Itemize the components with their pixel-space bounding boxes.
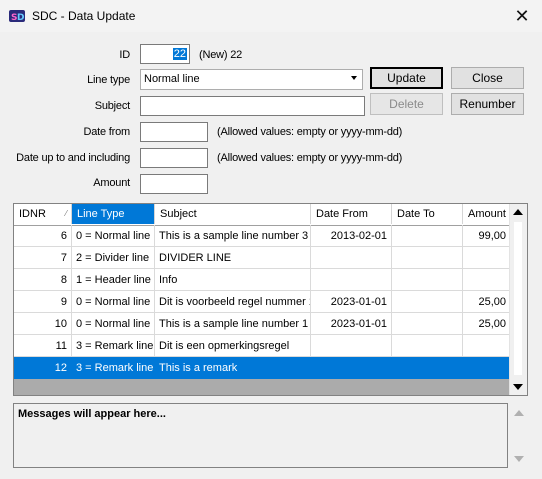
cell-subject: Dit is een opmerkingsregel bbox=[155, 335, 311, 357]
cell-subject: This is a sample line number 1 bbox=[155, 313, 311, 335]
title-bar: S D SDC - Data Update ✕ bbox=[0, 0, 542, 32]
messages-scroll-up-icon[interactable] bbox=[514, 410, 524, 416]
cell-date-from bbox=[311, 247, 392, 269]
cell-line-type: 0 = Normal line bbox=[72, 291, 155, 313]
column-header-idnr[interactable]: IDNR ⁄ bbox=[14, 204, 72, 224]
cell-date-from bbox=[311, 335, 392, 357]
subject-field[interactable] bbox=[140, 96, 365, 116]
cell-date-to bbox=[392, 313, 463, 335]
messages-box[interactable]: Messages will appear here... bbox=[13, 403, 508, 468]
cell-date-to bbox=[392, 225, 463, 247]
date-from-note: (Allowed values: empty or yyyy-mm-dd) bbox=[217, 126, 403, 138]
cell-date-to bbox=[392, 357, 463, 379]
cell-amount bbox=[463, 247, 511, 269]
close-button[interactable]: Close bbox=[451, 67, 524, 89]
sort-icon: ⁄ bbox=[65, 209, 67, 218]
date-from-label: Date from bbox=[83, 126, 131, 138]
cell-date-to bbox=[392, 335, 463, 357]
line-type-value: Normal line bbox=[144, 73, 200, 85]
amount-field[interactable] bbox=[140, 174, 208, 194]
grid-vertical-scrollbar[interactable] bbox=[509, 204, 527, 395]
cell-date-from: 2013-02-01 bbox=[311, 225, 392, 247]
date-to-note: (Allowed values: empty or yyyy-mm-dd) bbox=[217, 152, 403, 164]
svg-text:D: D bbox=[17, 13, 24, 23]
cell-date-to bbox=[392, 269, 463, 291]
window-title: SDC - Data Update bbox=[32, 9, 136, 23]
cell-amount bbox=[463, 269, 511, 291]
amount-label: Amount bbox=[93, 177, 130, 189]
cell-subject: This is a sample line number 3 bbox=[155, 225, 311, 247]
cell-line-type: 0 = Normal line bbox=[72, 225, 155, 247]
cell-amount: 99,00 bbox=[463, 225, 511, 247]
cell-line-type: 3 = Remark line bbox=[72, 357, 155, 379]
date-to-label: Date up to and including bbox=[16, 152, 130, 164]
id-value: 22 bbox=[172, 48, 187, 60]
table-row[interactable]: 11 3 = Remark line Dit is een opmerkings… bbox=[14, 335, 511, 357]
column-header-line-type[interactable]: Line Type bbox=[72, 204, 155, 224]
id-label: ID bbox=[119, 49, 130, 61]
cell-idnr: 12 bbox=[14, 357, 72, 379]
data-grid[interactable]: IDNR ⁄ Line Type Subject Date From Date … bbox=[13, 203, 528, 396]
date-to-field[interactable] bbox=[140, 148, 208, 168]
cell-idnr: 10 bbox=[14, 313, 72, 335]
cell-subject: Dit is voorbeeld regel nummer 1 bbox=[155, 291, 311, 313]
line-type-label: Line type bbox=[87, 74, 130, 86]
line-type-select[interactable]: Normal line bbox=[140, 69, 363, 90]
cell-idnr: 7 bbox=[14, 247, 72, 269]
table-row[interactable]: 8 1 = Header line Info bbox=[14, 269, 511, 291]
table-row-selected[interactable]: 12 3 = Remark line This is a remark bbox=[14, 357, 511, 379]
id-note: (New) 22 bbox=[199, 49, 243, 61]
column-header-date-to[interactable]: Date To bbox=[392, 204, 463, 224]
cell-amount bbox=[463, 357, 511, 379]
grid-empty-area bbox=[14, 379, 511, 395]
date-from-field[interactable] bbox=[140, 122, 208, 142]
update-button[interactable]: Update bbox=[370, 67, 443, 89]
renumber-button[interactable]: Renumber bbox=[451, 93, 524, 115]
cell-date-from: 2023-01-01 bbox=[311, 313, 392, 335]
cell-amount: 25,00 bbox=[463, 313, 511, 335]
cell-idnr: 6 bbox=[14, 225, 72, 247]
delete-button[interactable]: Delete bbox=[370, 93, 443, 115]
messages-text: Messages will appear here... bbox=[18, 408, 166, 420]
cell-date-from: 2023-01-01 bbox=[311, 291, 392, 313]
close-icon[interactable]: ✕ bbox=[510, 4, 534, 28]
cell-date-to bbox=[392, 247, 463, 269]
table-row[interactable]: 6 0 = Normal line This is a sample line … bbox=[14, 225, 511, 247]
cell-amount: 25,00 bbox=[463, 291, 511, 313]
table-row[interactable]: 9 0 = Normal line Dit is voorbeeld regel… bbox=[14, 291, 511, 313]
column-header-date-from[interactable]: Date From bbox=[311, 204, 392, 224]
cell-amount bbox=[463, 335, 511, 357]
column-header-amount[interactable]: Amount bbox=[463, 204, 511, 224]
id-field[interactable]: 22 bbox=[140, 44, 190, 64]
messages-scroll-down-icon[interactable] bbox=[514, 456, 524, 462]
cell-date-to bbox=[392, 291, 463, 313]
cell-line-type: 2 = Divider line bbox=[72, 247, 155, 269]
cell-idnr: 8 bbox=[14, 269, 72, 291]
cell-subject: Info bbox=[155, 269, 311, 291]
subject-label: Subject bbox=[94, 100, 130, 112]
cell-line-type: 1 = Header line bbox=[72, 269, 155, 291]
table-row[interactable]: 10 0 = Normal line This is a sample line… bbox=[14, 313, 511, 335]
table-row[interactable]: 7 2 = Divider line DIVIDER LINE bbox=[14, 247, 511, 269]
scroll-up-icon[interactable] bbox=[513, 209, 523, 215]
grid-header: IDNR ⁄ Line Type Subject Date From Date … bbox=[14, 204, 511, 226]
scrollbar-thumb[interactable] bbox=[514, 222, 522, 375]
app-logo-icon: S D bbox=[9, 10, 25, 23]
column-header-subject[interactable]: Subject bbox=[155, 204, 311, 224]
cell-subject: DIVIDER LINE bbox=[155, 247, 311, 269]
cell-date-from bbox=[311, 357, 392, 379]
cell-idnr: 11 bbox=[14, 335, 72, 357]
cell-subject: This is a remark bbox=[155, 357, 311, 379]
cell-line-type: 0 = Normal line bbox=[72, 313, 155, 335]
scroll-down-icon[interactable] bbox=[513, 384, 523, 390]
cell-line-type: 3 = Remark line bbox=[72, 335, 155, 357]
chevron-down-icon bbox=[351, 76, 357, 80]
cell-idnr: 9 bbox=[14, 291, 72, 313]
cell-date-from bbox=[311, 269, 392, 291]
